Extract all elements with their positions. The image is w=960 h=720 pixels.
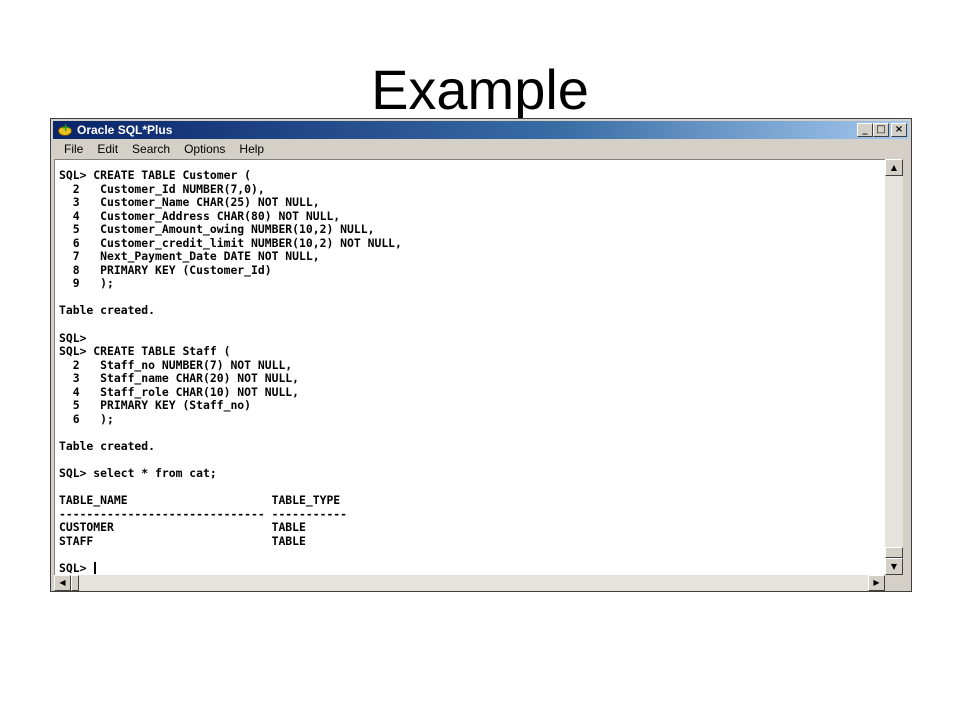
vertical-scroll-thumb[interactable] — [885, 547, 903, 558]
console-line: 4 Staff_role CHAR(10) NOT NULL, — [59, 384, 300, 399]
console-line: SQL> select * from cat; — [59, 466, 217, 481]
console-line: STAFF TABLE — [59, 533, 306, 548]
console-line: CUSTOMER TABLE — [59, 520, 306, 535]
console-line: 5 Customer_Amount_owing NUMBER(10,2) NUL… — [59, 222, 375, 237]
scroll-down-button[interactable]: ▼ — [885, 558, 903, 575]
scroll-left-button[interactable]: ◀ — [54, 575, 71, 591]
console-output[interactable]: SQL> CREATE TABLE Customer ( 2 Customer_… — [54, 159, 885, 575]
console-line: 6 ); — [59, 411, 114, 426]
console-line: 6 Customer_credit_limit NUMBER(10,2) NOT… — [59, 235, 402, 250]
scrollbar-corner — [885, 575, 903, 591]
console-line: ------------------------------ ---------… — [59, 506, 348, 521]
console-line: 3 Staff_name CHAR(20) NOT NULL, — [59, 371, 300, 386]
console-text[interactable]: SQL> CREATE TABLE Customer ( 2 Customer_… — [55, 160, 885, 575]
console-line: 5 PRIMARY KEY (Staff_no) — [59, 398, 252, 413]
vertical-scrollbar[interactable]: ▲ ▼ — [885, 159, 903, 575]
menu-file[interactable]: File — [53, 142, 90, 156]
console-line: 8 PRIMARY KEY (Customer_Id) — [59, 262, 272, 277]
menu-options[interactable]: Options — [177, 142, 232, 156]
console-line: SQL> — [59, 560, 94, 575]
horizontal-scroll-thumb[interactable] — [71, 575, 79, 591]
console-line: SQL> CREATE TABLE Staff ( — [59, 344, 231, 359]
window-controls: _ □ × — [857, 123, 907, 137]
console-line: 9 ); — [59, 276, 114, 291]
console-line: 2 Customer_Id NUMBER(7,0), — [59, 181, 265, 196]
window-titlebar[interactable]: + Oracle SQL*Plus _ □ × — [53, 121, 909, 139]
maximize-button[interactable]: □ — [873, 123, 889, 137]
menu-help[interactable]: Help — [232, 142, 271, 156]
console-line: 3 Customer_Name CHAR(25) NOT NULL, — [59, 195, 320, 210]
console-line: SQL> CREATE TABLE Customer ( — [59, 168, 252, 182]
console-line: Table created. — [59, 303, 156, 318]
close-button[interactable]: × — [891, 123, 907, 137]
minimize-button[interactable]: _ — [857, 123, 873, 137]
console-line: SQL> — [59, 330, 87, 345]
oracle-sqlplus-icon[interactable]: + — [57, 121, 73, 137]
menu-bar: File Edit Search Options Help — [53, 140, 909, 158]
slide-title: Example — [371, 58, 589, 121]
scroll-right-button[interactable]: ▶ — [868, 575, 885, 591]
console-line: TABLE_NAME TABLE_TYPE — [59, 493, 341, 508]
console-line: 7 Next_Payment_Date DATE NOT NULL, — [59, 249, 320, 264]
console-line: Table created. — [59, 438, 156, 453]
text-cursor — [94, 561, 97, 574]
scroll-up-button[interactable]: ▲ — [885, 159, 903, 176]
console-line: 4 Customer_Address CHAR(80) NOT NULL, — [59, 208, 341, 223]
console-line: 2 Staff_no NUMBER(7) NOT NULL, — [59, 357, 293, 372]
sqlplus-window: + Oracle SQL*Plus _ □ × File Edit Search… — [50, 118, 912, 592]
menu-search[interactable]: Search — [125, 142, 177, 156]
horizontal-scrollbar[interactable]: ◀ ▶ — [54, 575, 885, 591]
window-title: Oracle SQL*Plus — [77, 123, 173, 137]
app-icon-plus: + — [61, 121, 71, 134]
menu-edit[interactable]: Edit — [90, 142, 125, 156]
